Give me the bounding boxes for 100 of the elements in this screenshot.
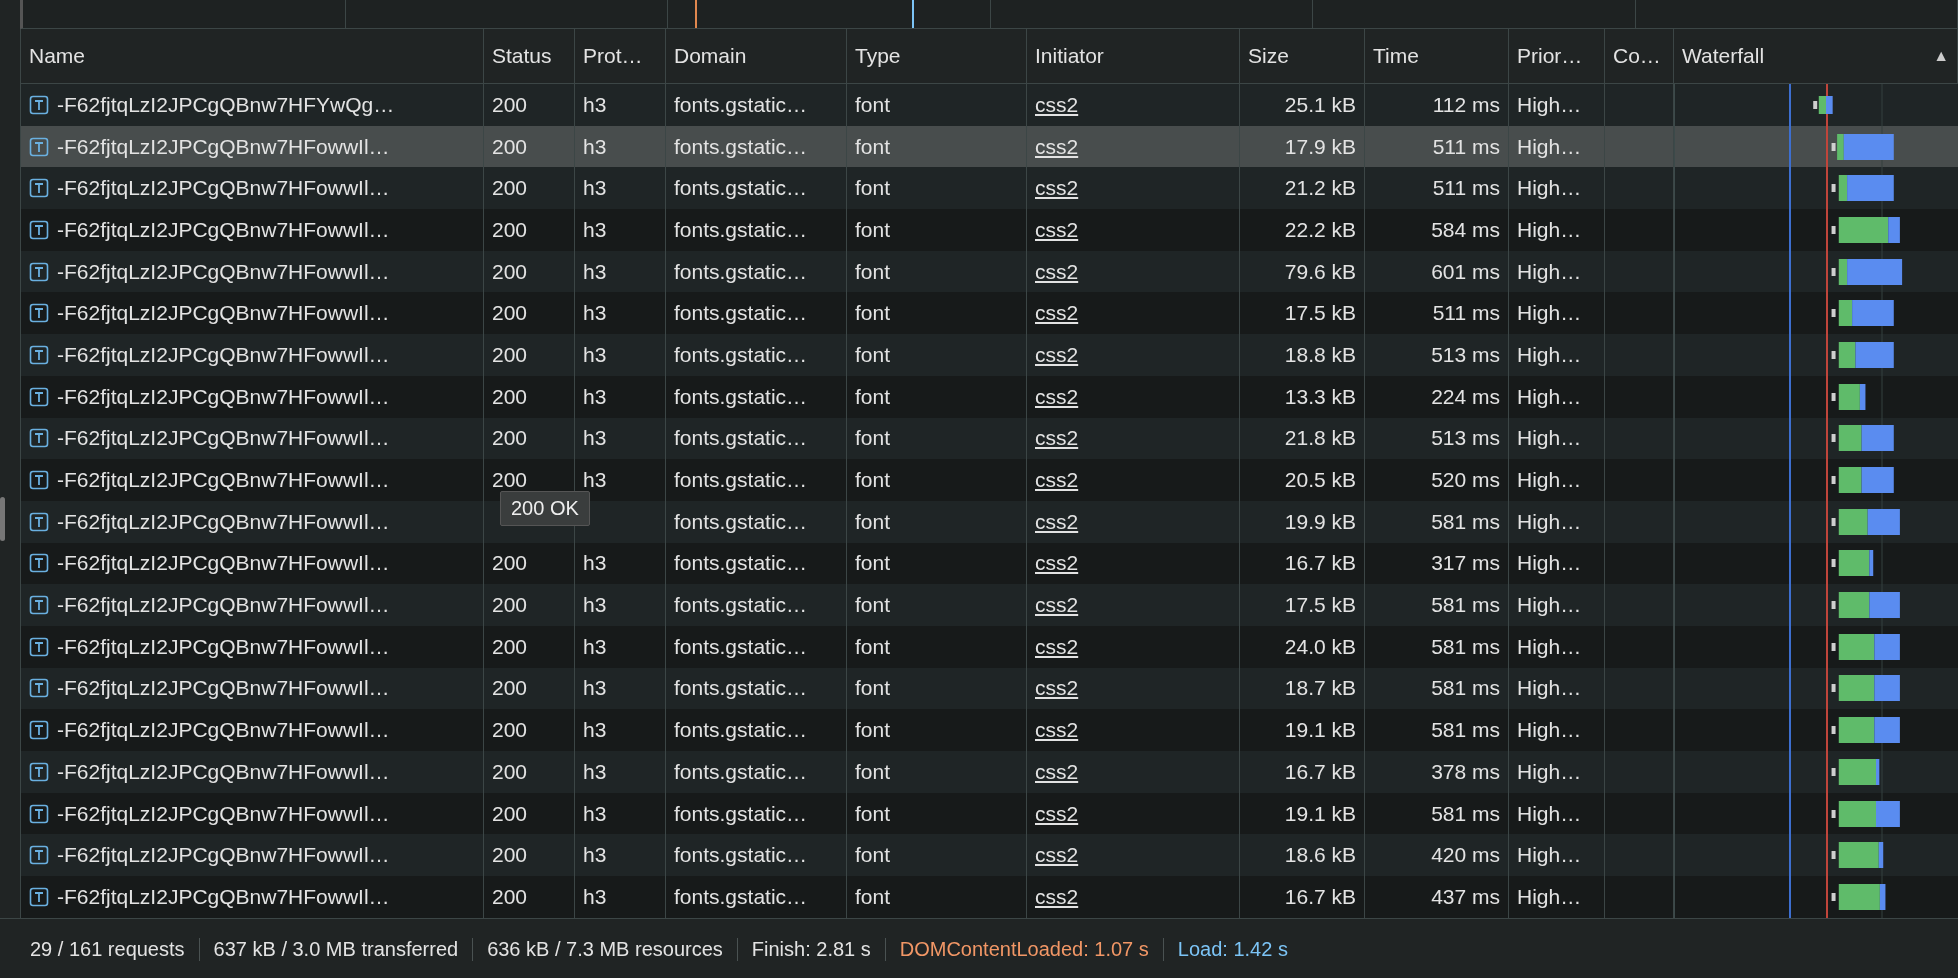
column-header[interactable]: Co… [1605,29,1674,83]
table-cell: fonts.gstatic… [666,209,847,251]
column-header[interactable]: Prior… [1509,29,1605,83]
file-name: -F62fjtqLzI2JPCgQBnw7HFYwQg… [57,92,395,117]
file-name: -F62fjtqLzI2JPCgQBnw7HFowwIl… [57,384,390,409]
initiator-link[interactable]: css2 [1035,426,1079,451]
table-cell: 19.9 kB [1240,500,1365,543]
column-header[interactable]: Waterfall ▲ [1674,29,1958,83]
request-row[interactable]: -F62fjtqLzI2JPCgQBnw7HFowwIl… 200 h3 fonts.gstatic… font css2 16.7 kB 317 ms High… [21,542,1958,585]
column-header[interactable]: Size [1240,29,1365,83]
file-name: -F62fjtqLzI2JPCgQBnw7HFowwIl… [57,468,390,493]
request-row[interactable]: -F62fjtqLzI2JPCgQBnw7HFowwIl… 200 h3 fonts.gstatic… font css2 17.9 kB 511 ms High… [21,125,1958,168]
table-cell: h3 [575,876,666,918]
request-row[interactable]: -F62fjtqLzI2JPCgQBnw7HFowwIl… 200 h3 fonts.gstatic… font css2 17.5 kB 511 ms High… [21,292,1958,335]
file-name: -F62fjtqLzI2JPCgQBnw7HFowwIl… [57,342,390,367]
table-cell: fonts.gstatic… [666,876,847,918]
request-row[interactable]: -F62fjtqLzI2JPCgQBnw7HFowwIl… 200 h3 fonts.gstatic… font css2 22.2 kB 584 ms High… [21,209,1958,251]
table-cell: 520 ms [1365,459,1509,501]
initiator-link[interactable]: css2 [1035,509,1079,534]
table-cell: h3 [575,751,666,793]
font-file-icon [29,636,49,657]
file-name: -F62fjtqLzI2JPCgQBnw7HFowwIl… [57,551,390,576]
tooltip: 200 OK [500,491,590,526]
table-cell: 200 [484,209,575,251]
table-cell: 581 ms [1365,500,1509,543]
table-cell: 16.7 kB [1240,876,1365,918]
table-cell: 437 ms [1365,876,1509,918]
table-cell: 13.3 kB [1240,375,1365,418]
initiator-link[interactable]: css2 [1035,843,1079,868]
initiator-link[interactable]: css2 [1035,676,1079,701]
status-text: Load: 1.42 s [1176,937,1289,961]
table-cell: 20.5 kB [1240,459,1365,501]
table-cell: font [847,751,1027,793]
column-header[interactable]: Status [484,29,575,83]
file-name: -F62fjtqLzI2JPCgQBnw7HFowwIl… [57,718,390,743]
initiator-link[interactable]: css2 [1035,759,1079,784]
font-file-icon [29,261,49,282]
initiator-link[interactable]: css2 [1035,593,1079,618]
font-file-icon [29,553,49,574]
font-file-icon [29,720,49,741]
table-cell: font [847,334,1027,376]
request-row[interactable]: -F62fjtqLzI2JPCgQBnw7HFowwIl… 200 h3 fonts.gstatic… font css2 19.1 kB 581 ms High… [21,709,1958,751]
table-cell: High… [1509,751,1605,793]
column-header[interactable]: Type [847,29,1027,83]
table-cell: High… [1509,459,1605,501]
initiator-link[interactable]: css2 [1035,884,1079,909]
table-cell: fonts.gstatic… [666,625,847,668]
initiator-link[interactable]: css2 [1035,176,1079,201]
initiator-link[interactable]: css2 [1035,134,1079,159]
initiator-link[interactable]: css2 [1035,718,1079,743]
scrollbar-thumb[interactable] [0,497,5,541]
table-cell: 581 ms [1365,625,1509,668]
request-row[interactable]: -F62fjtqLzI2JPCgQBnw7HFowwIl… 200 h3 fonts.gstatic… font css2 20.5 kB 520 ms High… [21,459,1958,501]
request-row[interactable]: -F62fjtqLzI2JPCgQBnw7HFowwIl… 200 h3 fonts.gstatic… font css2 24.0 kB 581 ms High… [21,625,1958,668]
initiator-link[interactable]: css2 [1035,801,1079,826]
status-text: 29 / 161 requests [30,937,200,961]
file-name: -F62fjtqLzI2JPCgQBnw7HFowwIl… [57,843,390,868]
timing-bar [1831,133,1894,160]
table-cell: High… [1509,84,1605,126]
timing-bar [1831,675,1900,702]
initiator-link[interactable]: css2 [1035,634,1079,659]
initiator-link[interactable]: css2 [1035,551,1079,576]
initiator-link[interactable]: css2 [1035,259,1079,284]
table-cell: 17.5 kB [1240,584,1365,626]
table-cell: font [847,876,1027,918]
table-cell: 224 ms [1365,375,1509,418]
initiator-link[interactable]: css2 [1035,384,1079,409]
initiator-link[interactable]: css2 [1035,301,1079,326]
table-cell: fonts.gstatic… [666,751,847,793]
font-file-icon [29,303,49,324]
table-cell: 378 ms [1365,751,1509,793]
table-cell: 200 [484,751,575,793]
font-file-icon [29,845,49,866]
timing-bar [1831,842,1884,869]
font-file-icon [29,428,49,449]
column-header[interactable]: Prot… [575,29,666,83]
timing-bar [1831,633,1900,660]
request-row[interactable]: -F62fjtqLzI2JPCgQBnw7HFowwIl… 200 h3 fonts.gstatic… font css2 16.7 kB 437 ms High… [21,876,1958,918]
table-cell: High… [1509,584,1605,626]
column-header[interactable]: Domain [666,29,847,83]
timing-bar [1831,341,1894,368]
table-cell: 200 [484,584,575,626]
table-cell: 16.7 kB [1240,751,1365,793]
table-cell: 18.8 kB [1240,334,1365,376]
request-row[interactable]: -F62fjtqLzI2JPCgQBnw7HFowwIl… 200 h3 fonts.gstatic… font css2 19.1 kB 581 ms High… [21,792,1958,835]
column-header[interactable]: Time [1365,29,1509,83]
initiator-link[interactable]: css2 [1035,217,1079,242]
initiator-link[interactable]: css2 [1035,468,1079,493]
initiator-link[interactable]: css2 [1035,92,1079,117]
timing-bar [1831,383,1866,410]
request-row[interactable]: -F62fjtqLzI2JPCgQBnw7HFowwIl… 200 h3 fonts.gstatic… font css2 13.3 kB 224 ms High… [21,375,1958,418]
initiator-link[interactable]: css2 [1035,342,1079,367]
font-file-icon [29,386,49,407]
font-file-icon [29,886,49,907]
table-cell: High… [1509,876,1605,918]
table-cell: High… [1509,625,1605,668]
table-cell: fonts.gstatic… [666,584,847,626]
column-header[interactable]: Initiator [1027,29,1240,83]
column-header[interactable]: Name [21,29,484,83]
font-file-icon [29,511,49,532]
